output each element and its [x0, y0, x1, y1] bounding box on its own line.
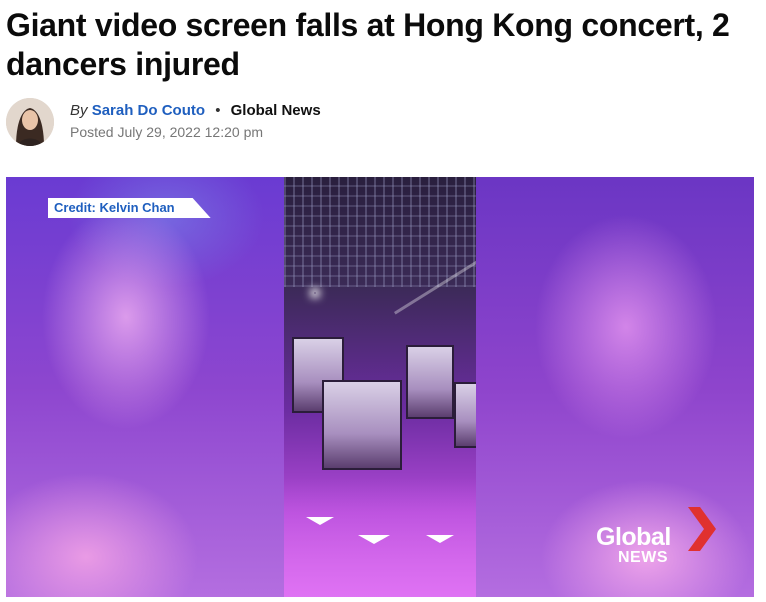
posted-date: Posted July 29, 2022 12:20 pm — [70, 124, 264, 140]
floor-marker — [426, 535, 454, 543]
byline-meta: By Sarah Do Couto • Global News Posted J… — [70, 102, 321, 140]
chevron-right-icon — [688, 507, 716, 551]
stage-screen — [406, 345, 454, 419]
video-player[interactable]: Credit: Kelvin Chan Global NEWS — [6, 177, 754, 597]
stage-screen — [322, 380, 402, 470]
article-headline: Giant video screen falls at Hong Kong co… — [6, 7, 730, 82]
author-avatar[interactable] — [6, 98, 54, 146]
floor-marker — [306, 517, 334, 525]
author-link[interactable]: Sarah Do Couto — [92, 102, 205, 119]
stage-truss — [284, 177, 476, 287]
photo-credit: Credit: Kelvin Chan — [48, 198, 211, 218]
byline: By Sarah Do Couto • Global News Posted J… — [6, 98, 706, 150]
stage-light-beam — [314, 292, 316, 294]
floor-marker — [358, 535, 390, 544]
blurred-background-left — [6, 177, 284, 597]
stage-screen — [454, 382, 476, 448]
global-news-logo: Global NEWS — [596, 507, 716, 575]
concert-video-frame — [284, 177, 476, 597]
byline-prefix: By — [70, 102, 88, 119]
outlet-name: Global News — [230, 102, 321, 119]
byline-separator: • — [215, 102, 221, 119]
logo-news-label: NEWS — [618, 549, 668, 566]
logo-wordmark: Global — [596, 523, 671, 551]
